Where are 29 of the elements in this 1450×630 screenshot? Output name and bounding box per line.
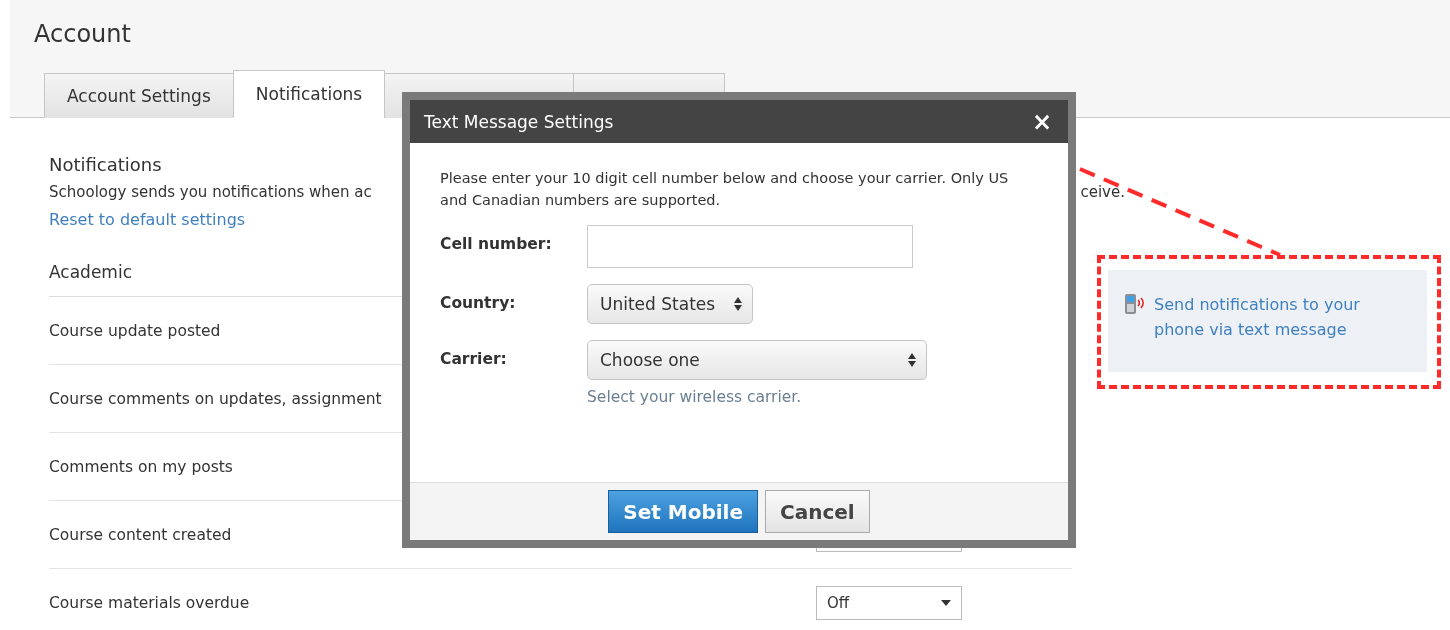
page-title: Account [34, 20, 131, 48]
notification-label: Course materials overdue [49, 593, 250, 612]
close-button[interactable]: × [1031, 107, 1052, 136]
description-text: Schoology sends you notifications when ac [49, 183, 372, 201]
caret-icon [941, 599, 951, 606]
select-field[interactable]: United States [587, 284, 753, 324]
tab[interactable]: Account Settings [44, 73, 234, 118]
phone-icon [1124, 292, 1146, 316]
cancel-button[interactable]: Cancel [765, 490, 870, 533]
field-hint: Select your wireless carrier. [587, 388, 803, 406]
section-title: Notifications [49, 154, 163, 175]
set-mobile-button[interactable]: Set Mobile [608, 490, 758, 533]
dropdown[interactable]: Off [816, 585, 962, 620]
select-field[interactable]: Choose one [587, 340, 927, 380]
field-label: Carrier: [440, 349, 508, 368]
dialog-title: Text Message Settings [424, 111, 614, 132]
field-label: Cell number: [440, 234, 553, 253]
notification-label: Course content created [49, 525, 232, 544]
tab[interactable]: Notifications [232, 70, 386, 118]
description-text: ceive. [1080, 183, 1125, 201]
updown-arrows-icon [908, 353, 916, 367]
reset-link[interactable]: Reset to default settings [49, 210, 246, 229]
dialog-instructions: Please enter your 10 digit cell number below and choose your carrier. Only US and Canadian numbers are supported. [440, 169, 1010, 210]
notification-label: Course update posted [49, 321, 221, 340]
notification-label: Comments on my posts [49, 457, 233, 476]
sms-link[interactable]: Send notifications to your phone via text message [1154, 292, 1384, 342]
notification-label: Course comments on updates, assignment [49, 389, 382, 408]
cell-number-field[interactable] [587, 225, 913, 268]
updown-arrows-icon [734, 297, 742, 311]
